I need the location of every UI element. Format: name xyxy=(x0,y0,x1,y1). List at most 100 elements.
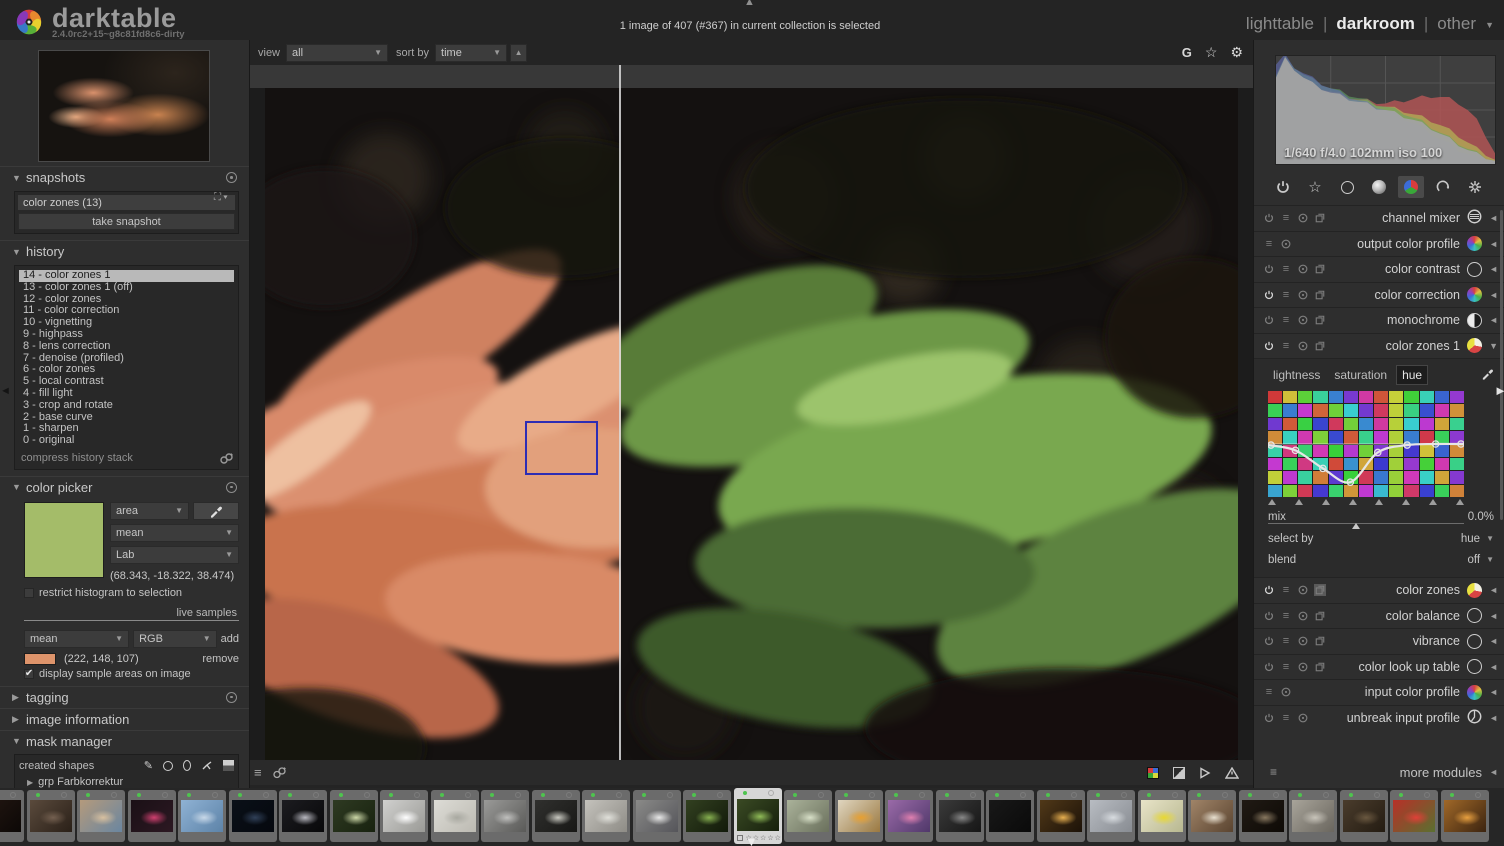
presets-icon[interactable]: ≡ xyxy=(1280,263,1292,275)
power-icon[interactable] xyxy=(1263,610,1275,622)
mix-slider-handle[interactable] xyxy=(1352,523,1361,529)
power-icon[interactable] xyxy=(1263,635,1275,647)
module-header-color-correction[interactable]: ≡ color correction ◄ xyxy=(1254,281,1504,308)
section-snapshots[interactable]: ▼ snapshots xyxy=(0,166,249,188)
zone-range-marker[interactable] xyxy=(1375,499,1384,505)
take-snapshot-button[interactable]: take snapshot xyxy=(18,213,235,230)
color-group-icon[interactable] xyxy=(1398,176,1424,198)
remove-sample-button[interactable]: remove xyxy=(202,653,239,665)
reset-icon[interactable] xyxy=(226,691,237,703)
multi-instance-icon[interactable] xyxy=(1314,263,1326,275)
multi-instance-icon[interactable] xyxy=(1314,661,1326,673)
draw-circle-icon[interactable] xyxy=(163,760,173,771)
reject-icon[interactable] xyxy=(1070,792,1077,798)
reject-icon[interactable] xyxy=(262,792,269,798)
snapshot-item[interactable]: color zones (13) xyxy=(18,195,235,210)
history-item[interactable]: 9 - highpass xyxy=(19,328,234,341)
presets-icon[interactable]: ≡ xyxy=(1263,238,1275,250)
filmstrip-thumbnail[interactable] xyxy=(1188,790,1236,842)
gamut-check-icon[interactable] xyxy=(1147,766,1159,779)
reject-icon[interactable] xyxy=(767,790,774,796)
presets-icon[interactable]: ≡ xyxy=(1280,212,1292,224)
reset-icon[interactable] xyxy=(1297,289,1309,301)
reject-icon[interactable] xyxy=(464,792,471,798)
reject-icon[interactable] xyxy=(1474,792,1481,798)
histogram[interactable]: 1/640 f/4.0 102mm iso 100 xyxy=(1275,53,1496,165)
reject-icon[interactable] xyxy=(10,792,16,798)
tone-group-icon[interactable] xyxy=(1366,176,1392,198)
draw-path-icon[interactable]: ✎ xyxy=(144,759,153,772)
module-header-color-look-up-table[interactable]: ≡ color look up table ◄ xyxy=(1254,653,1504,680)
reset-icon[interactable] xyxy=(1297,340,1309,352)
reset-icon[interactable] xyxy=(226,172,237,183)
presets-menu-icon[interactable]: ≡ xyxy=(1270,765,1277,779)
reject-icon[interactable] xyxy=(868,792,875,798)
filmstrip-thumbnail[interactable] xyxy=(935,790,984,842)
scrollbar[interactable] xyxy=(1500,210,1503,520)
reset-icon[interactable] xyxy=(1297,584,1309,596)
reject-icon[interactable] xyxy=(565,792,572,798)
display-samples-checkbox-row[interactable]: ✔ display sample areas on image xyxy=(24,668,239,680)
filmstrip-thumbnail[interactable] xyxy=(1440,790,1489,842)
power-icon[interactable] xyxy=(1263,263,1275,275)
presets-icon[interactable]: ≡ xyxy=(1280,289,1292,301)
power-icon[interactable] xyxy=(1263,584,1275,596)
filmstrip-thumbnail[interactable] xyxy=(683,790,731,842)
reset-icon[interactable] xyxy=(1280,238,1292,250)
filmstrip-thumbnail[interactable] xyxy=(0,790,24,842)
tab-saturation[interactable]: saturation xyxy=(1329,366,1392,384)
zone-range-marker[interactable] xyxy=(1348,499,1357,505)
navigation-preview[interactable] xyxy=(38,50,210,162)
multi-instance-icon[interactable] xyxy=(1314,314,1326,326)
presets-icon[interactable]: ≡ xyxy=(1263,686,1275,698)
reset-icon[interactable] xyxy=(226,481,237,493)
mix-slider-track[interactable] xyxy=(1268,523,1464,529)
filmstrip-thumbnail[interactable] xyxy=(481,790,529,842)
module-header-vibrance[interactable]: ≡ vibrance ◄ xyxy=(1254,628,1504,654)
module-header-color-zones-1[interactable]: ≡ color zones 1 ▼ xyxy=(1254,332,1504,359)
filmstrip-thumbnail[interactable] xyxy=(1390,790,1438,842)
reject-icon[interactable] xyxy=(969,792,976,798)
filmstrip-thumbnail[interactable] xyxy=(178,790,226,842)
reject-icon[interactable] xyxy=(1020,792,1026,798)
darkroom-canvas[interactable] xyxy=(250,65,1253,760)
history-item[interactable]: 8 - lens correction xyxy=(19,340,234,353)
power-icon[interactable] xyxy=(1263,289,1275,301)
grouping-icon[interactable]: G xyxy=(1182,45,1192,60)
active-modules-icon[interactable] xyxy=(1270,176,1296,198)
collapse-left-panel-icon[interactable]: ◄ xyxy=(0,385,11,397)
picker-stat-dropdown[interactable]: mean ▼ xyxy=(110,523,239,542)
tab-darkroom[interactable]: darkroom xyxy=(1336,14,1414,34)
multi-instance-icon[interactable] xyxy=(1314,340,1326,352)
filmstrip-thumbnail[interactable] xyxy=(834,790,883,842)
filmstrip-thumbnail[interactable] xyxy=(784,790,832,842)
checkbox-unchecked[interactable] xyxy=(24,587,34,598)
reject-icon[interactable] xyxy=(616,792,622,798)
color-label-icon[interactable] xyxy=(736,835,743,841)
filmstrip-thumbnail[interactable] xyxy=(127,790,176,842)
reset-icon[interactable] xyxy=(1297,661,1309,673)
chevron-down-icon[interactable]: ▼ xyxy=(1485,20,1494,30)
zone-range-marker[interactable] xyxy=(1455,499,1464,505)
section-mask-manager[interactable]: ▼ mask manager xyxy=(0,729,249,752)
reject-icon[interactable] xyxy=(515,792,521,798)
sort-dropdown[interactable]: time ▼ xyxy=(435,43,508,62)
styles-icon[interactable] xyxy=(272,766,287,779)
reject-icon[interactable] xyxy=(666,792,673,798)
presets-icon[interactable]: ≡ xyxy=(1280,340,1292,352)
presets-icon[interactable]: ≡ xyxy=(1280,610,1292,622)
filmstrip-thumbnail[interactable] xyxy=(430,790,479,842)
power-icon[interactable] xyxy=(1263,340,1275,352)
module-header-output-color-profile[interactable]: ≡ output color profile ◄ xyxy=(1254,230,1504,257)
reject-icon[interactable] xyxy=(111,792,117,798)
filmstrip-thumbnail[interactable] xyxy=(582,790,630,842)
reject-icon[interactable] xyxy=(1121,792,1127,798)
draw-gradient-icon[interactable] xyxy=(223,760,234,772)
module-header-color-balance[interactable]: ≡ color balance ◄ xyxy=(1254,602,1504,629)
multi-instance-icon[interactable] xyxy=(1314,212,1326,224)
filmstrip-thumbnail[interactable] xyxy=(1087,790,1135,842)
add-sample-button[interactable]: add xyxy=(221,633,239,645)
softproof-icon[interactable] xyxy=(1173,766,1185,779)
tab-hue[interactable]: hue xyxy=(1396,365,1429,385)
reject-icon[interactable] xyxy=(212,792,218,798)
